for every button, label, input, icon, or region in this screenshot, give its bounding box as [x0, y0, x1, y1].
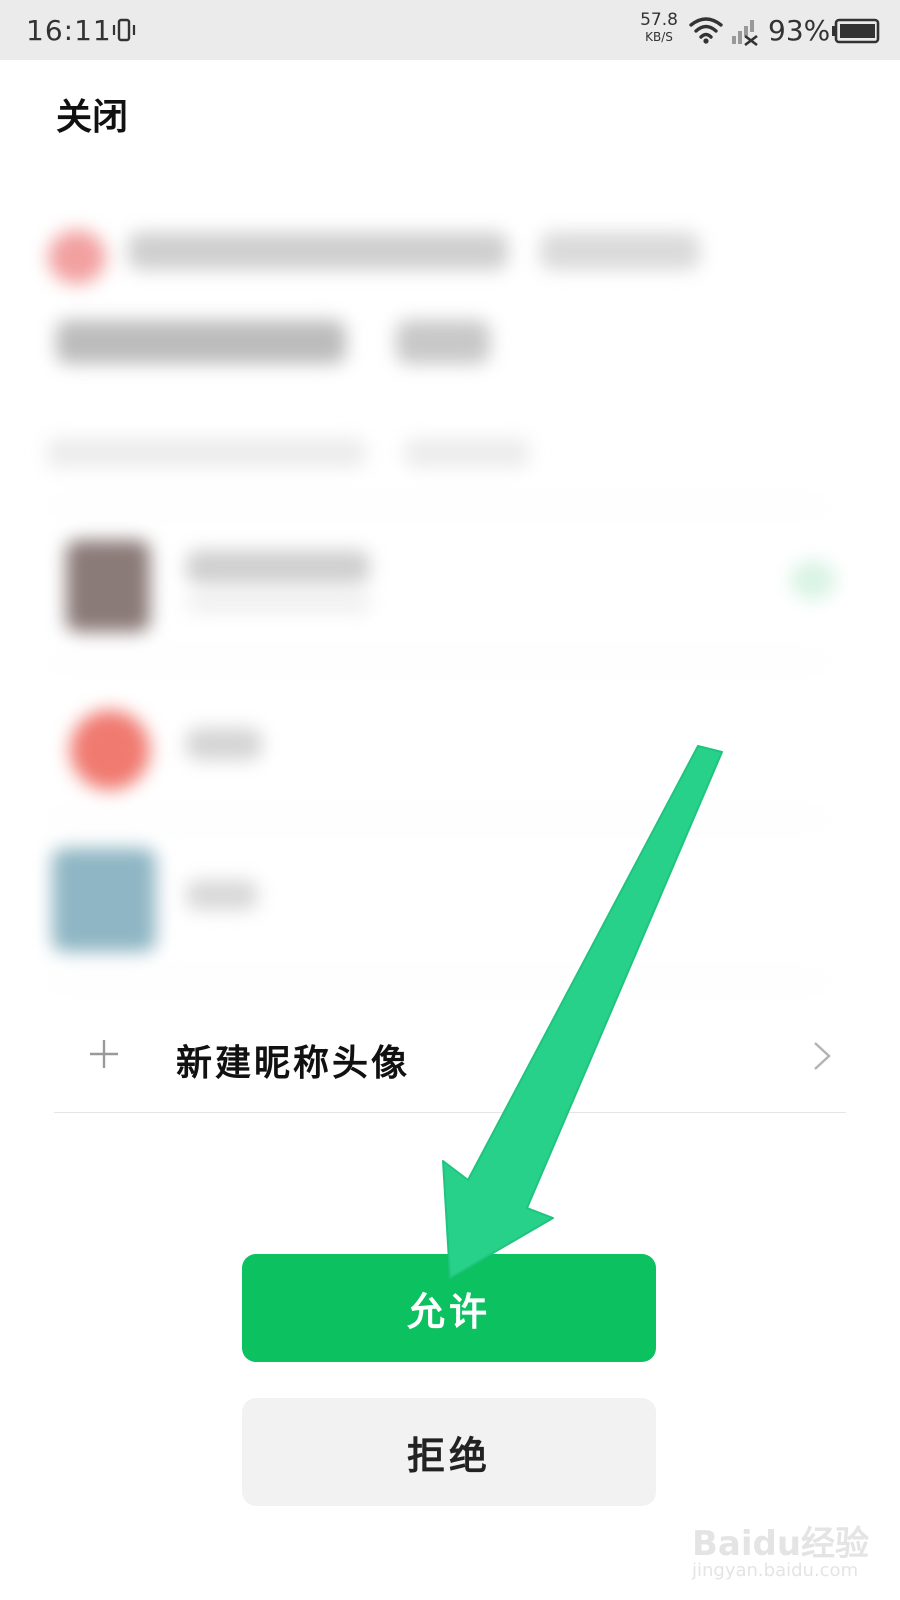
blurred-app-icon: [48, 230, 106, 284]
blurred-text-block: [186, 550, 370, 584]
network-speed-value: 57.8: [640, 10, 678, 30]
plus-icon: [90, 1040, 118, 1068]
blurred-text-block: [186, 594, 372, 612]
blurred-text-block: [404, 438, 530, 468]
network-speed-unit: KB/S: [645, 30, 673, 44]
wifi-icon: [689, 17, 723, 44]
new-profile-label: 新建昵称头像: [176, 1042, 411, 1084]
blurred-text-block: [128, 232, 508, 270]
battery-percent: 93%: [768, 14, 831, 47]
blurred-divider: [54, 980, 824, 982]
blurred-text-block: [186, 880, 258, 910]
blurred-avatar: [70, 710, 150, 790]
allow-button[interactable]: 允许: [242, 1254, 656, 1362]
baidu-jingyan-watermark: Baidu经验 jingyan.baidu.com: [686, 1500, 886, 1590]
status-time: 16:11: [26, 14, 112, 47]
blurred-divider: [54, 818, 824, 820]
watermark-brand: Baidu经验: [692, 1524, 870, 1564]
blurred-avatar: [52, 848, 156, 952]
blurred-content: [0, 180, 900, 1000]
watermark-domain: jingyan.baidu.com: [692, 1560, 859, 1581]
blurred-divider: [54, 660, 824, 662]
chevron-right-icon: [814, 1042, 831, 1070]
blurred-text-block: [56, 320, 346, 364]
blurred-text-block: [186, 728, 262, 760]
signal-icon: [732, 20, 758, 46]
status-bar: 16:11 57.8 KB/S 93%: [0, 0, 900, 60]
blurred-text-block: [540, 232, 700, 270]
deny-button[interactable]: 拒绝: [242, 1398, 656, 1506]
blurred-text-block: [396, 320, 490, 364]
blurred-text-block: [46, 438, 366, 468]
battery-icon: [832, 18, 880, 44]
blurred-divider: [54, 505, 824, 507]
vibrate-icon: [112, 18, 136, 42]
network-speed: 57.8 KB/S: [638, 10, 680, 44]
new-profile-row[interactable]: 新建昵称头像: [54, 1000, 846, 1113]
phone-screen: 16:11 57.8 KB/S 93% 关闭 新建昵称头像 允许 拒绝 Baid…: [0, 0, 900, 1600]
blurred-selected-indicator: [790, 560, 836, 600]
blurred-avatar: [66, 540, 150, 632]
close-button[interactable]: 关闭: [56, 88, 128, 140]
